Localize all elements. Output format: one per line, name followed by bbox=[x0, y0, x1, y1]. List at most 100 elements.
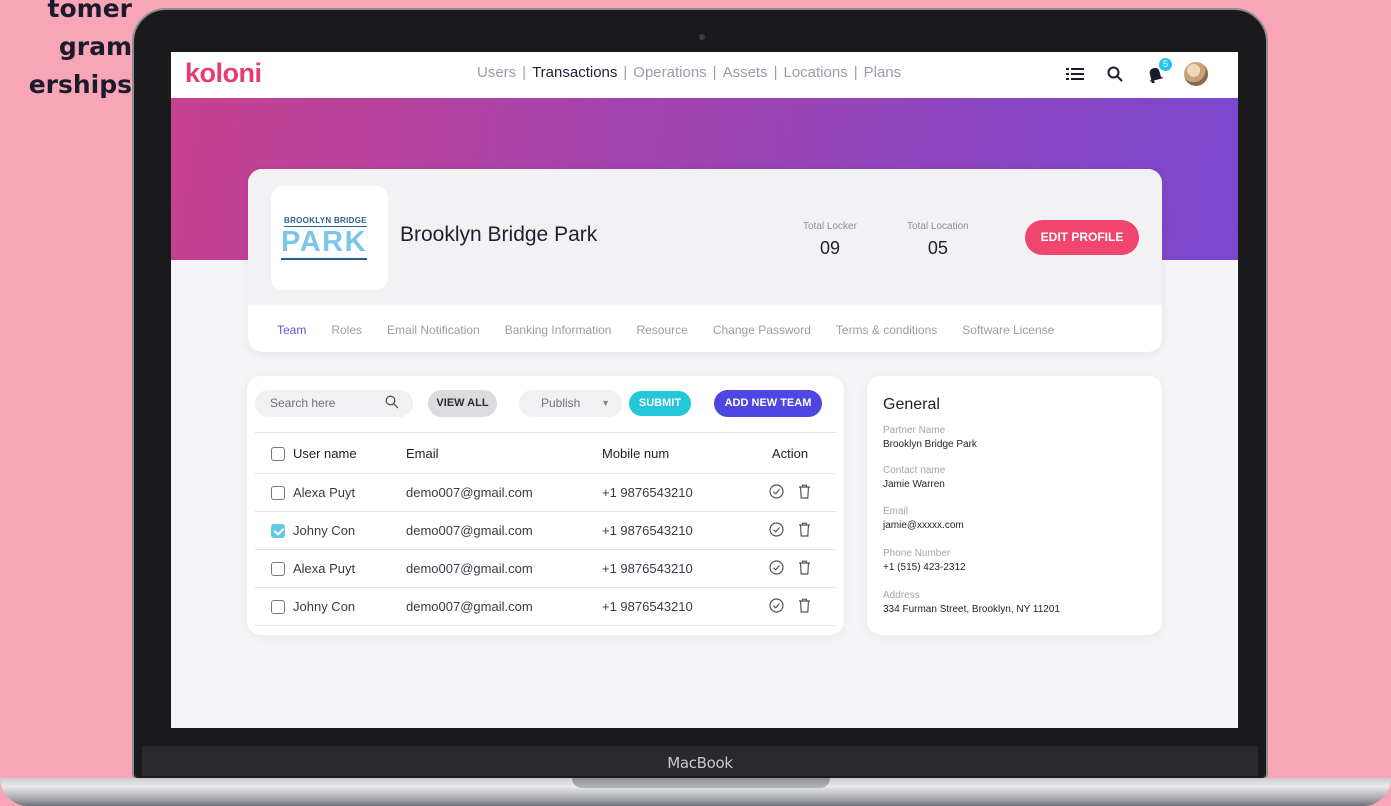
cell-user-name: Johny Con bbox=[293, 511, 406, 550]
delete-icon[interactable] bbox=[798, 484, 811, 502]
stat-total-location: Total Location 05 bbox=[907, 221, 969, 259]
notification-badge: 5 bbox=[1159, 58, 1172, 71]
stat-label: Total Location bbox=[907, 221, 969, 232]
nav-transactions[interactable]: Transactions bbox=[532, 64, 617, 81]
approve-icon[interactable] bbox=[769, 559, 784, 578]
profile-card: BROOKLYN BRIDGE PARK Brooklyn Bridge Par… bbox=[248, 169, 1162, 352]
tab-email-notification[interactable]: Email Notification bbox=[387, 323, 480, 337]
tab-resource[interactable]: Resource bbox=[636, 323, 687, 337]
camera-icon bbox=[699, 34, 705, 40]
team-card: VIEW ALL Publish ▼ SUBMIT ADD NEW TEAM U… bbox=[247, 376, 844, 635]
field-phone-number: Phone Number +1 (515) 423-2312 bbox=[883, 548, 966, 573]
cell-user-name: Johny Con bbox=[293, 587, 406, 626]
cell-action bbox=[744, 549, 836, 588]
tab-roles[interactable]: Roles bbox=[331, 323, 362, 337]
top-navbar: koloni Users | Transactions | Operations | Ass… bbox=[171, 52, 1238, 98]
nav-users[interactable]: Users bbox=[477, 64, 516, 81]
field-label: Contact name bbox=[883, 465, 946, 476]
field-contact-name: Contact name Jamie Warren bbox=[883, 465, 945, 490]
field-value: Brooklyn Bridge Park bbox=[883, 439, 977, 450]
tab-banking-information[interactable]: Banking Information bbox=[505, 323, 612, 337]
nav-assets[interactable]: Assets bbox=[723, 64, 768, 81]
tab-change-password[interactable]: Change Password bbox=[713, 323, 811, 337]
caret-down-icon: ▼ bbox=[601, 398, 610, 408]
field-address: Address 334 Furman Street, Brooklyn, NY … bbox=[883, 590, 1060, 615]
cell-email: demo007@gmail.com bbox=[406, 587, 602, 626]
field-label: Address bbox=[883, 590, 920, 601]
row-checkbox[interactable] bbox=[271, 562, 285, 577]
search-icon[interactable] bbox=[1104, 63, 1126, 85]
view-all-button[interactable]: VIEW ALL bbox=[428, 390, 497, 417]
tab-terms-conditions[interactable]: Terms & conditions bbox=[836, 323, 937, 337]
cell-email: demo007@gmail.com bbox=[406, 511, 602, 550]
column-header-mobile[interactable]: Mobile num bbox=[602, 432, 744, 474]
partner-name: Brooklyn Bridge Park bbox=[400, 223, 598, 246]
avatar[interactable] bbox=[1184, 62, 1208, 86]
nav-locations[interactable]: Locations bbox=[784, 64, 848, 81]
publish-select[interactable]: Publish ▼ bbox=[519, 390, 622, 417]
general-card: General Partner Name Brooklyn Bridge Par… bbox=[867, 376, 1162, 635]
cell-mobile: +1 9876543210 bbox=[602, 587, 744, 626]
cell-user-name: Alexa Puyt bbox=[293, 473, 406, 512]
device-label: MacBook bbox=[142, 746, 1258, 776]
approve-icon[interactable] bbox=[769, 483, 784, 502]
cell-mobile: +1 9876543210 bbox=[602, 473, 744, 512]
list-icon[interactable] bbox=[1064, 63, 1086, 85]
column-header-action: Action bbox=[744, 432, 836, 474]
nav-operations[interactable]: Operations bbox=[633, 64, 706, 81]
field-label: Partner Name bbox=[883, 425, 946, 436]
field-value: +1 (515) 423-2312 bbox=[883, 562, 966, 573]
submit-button[interactable]: SUBMIT bbox=[629, 391, 691, 416]
general-title: General bbox=[883, 396, 940, 413]
partner-logo-big-text: PARK bbox=[281, 226, 368, 260]
table-row: Alexa Puyt demo007@gmail.com +1 98765432… bbox=[255, 549, 836, 588]
approve-icon[interactable] bbox=[769, 597, 784, 616]
field-value: Jamie Warren bbox=[883, 479, 945, 490]
nav-icons: 5 bbox=[1064, 58, 1208, 86]
row-checkbox[interactable] bbox=[271, 600, 285, 615]
table-row: Johny Con demo007@gmail.com +1 987654321… bbox=[255, 511, 836, 550]
koloni-logo[interactable]: koloni bbox=[185, 58, 262, 89]
stat-value: 09 bbox=[819, 238, 840, 258]
approve-icon[interactable] bbox=[769, 521, 784, 540]
row-checkbox[interactable] bbox=[271, 486, 285, 501]
table-header-row: User name Email Mobile num Action bbox=[255, 432, 836, 474]
search-box bbox=[255, 390, 413, 417]
cell-email: demo007@gmail.com bbox=[406, 549, 602, 588]
column-header-email[interactable]: Email bbox=[406, 432, 602, 474]
tab-team[interactable]: Team bbox=[277, 323, 306, 337]
delete-icon[interactable] bbox=[798, 560, 811, 578]
field-label: Phone Number bbox=[883, 548, 951, 559]
search-input[interactable] bbox=[270, 396, 380, 410]
team-table: User name Email Mobile num Action Alexa … bbox=[255, 432, 836, 626]
search-icon[interactable] bbox=[385, 395, 399, 414]
field-value: 334 Furman Street, Brooklyn, NY 11201 bbox=[883, 604, 1060, 615]
slide-side-text: tomer gram erships bbox=[0, 0, 132, 104]
field-value: jamie@xxxxx.com bbox=[883, 520, 964, 531]
column-header-user-name[interactable]: User name bbox=[293, 432, 406, 474]
delete-icon[interactable] bbox=[798, 522, 811, 540]
tab-software-license[interactable]: Software License bbox=[962, 323, 1054, 337]
delete-icon[interactable] bbox=[798, 598, 811, 616]
table-row: Johny Con demo007@gmail.com +1 987654321… bbox=[255, 587, 836, 626]
stat-value: 05 bbox=[927, 238, 948, 258]
row-checkbox[interactable] bbox=[271, 524, 285, 539]
side-text-line: erships bbox=[28, 70, 132, 99]
stat-total-locker: Total Locker 09 bbox=[803, 221, 857, 259]
cell-mobile: +1 9876543210 bbox=[602, 549, 744, 588]
cell-email: demo007@gmail.com bbox=[406, 473, 602, 512]
add-new-team-button[interactable]: ADD NEW TEAM bbox=[714, 390, 822, 417]
bell-icon[interactable]: 5 bbox=[1144, 58, 1172, 85]
partner-logo: BROOKLYN BRIDGE PARK bbox=[271, 186, 388, 290]
nav-plans[interactable]: Plans bbox=[864, 64, 902, 81]
side-text-line: gram bbox=[58, 32, 132, 61]
select-all-checkbox[interactable] bbox=[271, 446, 285, 461]
publish-select-value: Publish bbox=[541, 396, 581, 410]
laptop-notch bbox=[572, 778, 830, 788]
app-screen: koloni Users | Transactions | Operations | Ass… bbox=[171, 52, 1238, 728]
cell-user-name: Alexa Puyt bbox=[293, 549, 406, 588]
cell-action bbox=[744, 587, 836, 626]
field-label: Email bbox=[883, 506, 909, 517]
cell-mobile: +1 9876543210 bbox=[602, 511, 744, 550]
edit-profile-button[interactable]: EDIT PROFILE bbox=[1025, 220, 1139, 255]
